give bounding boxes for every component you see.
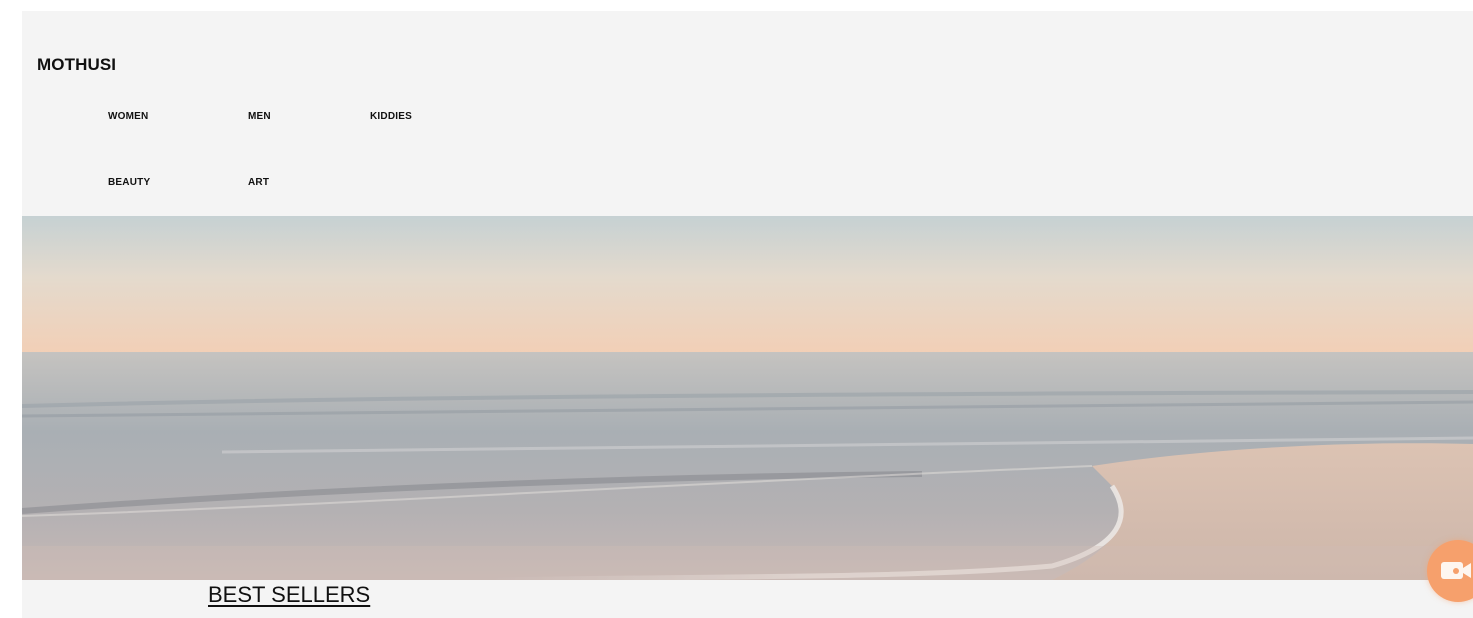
video-chat-icon (1441, 562, 1471, 579)
brand-logo[interactable]: MOTHUSI (37, 55, 116, 75)
nav-item-men[interactable]: MEN (248, 111, 271, 122)
nav-item-beauty[interactable]: BEAUTY (108, 177, 150, 188)
nav-item-women[interactable]: WOMEN (108, 111, 148, 122)
best-sellers-heading[interactable]: BEST SELLERS (208, 582, 370, 608)
page: MOTHUSI WOMEN MEN KIDDIES BEAUTY ART BES… (22, 11, 1473, 618)
hero-image (22, 216, 1473, 580)
beach-sunset-photo (22, 216, 1473, 580)
nav-item-art[interactable]: ART (248, 177, 269, 188)
nav-item-kiddies[interactable]: KIDDIES (370, 111, 412, 122)
